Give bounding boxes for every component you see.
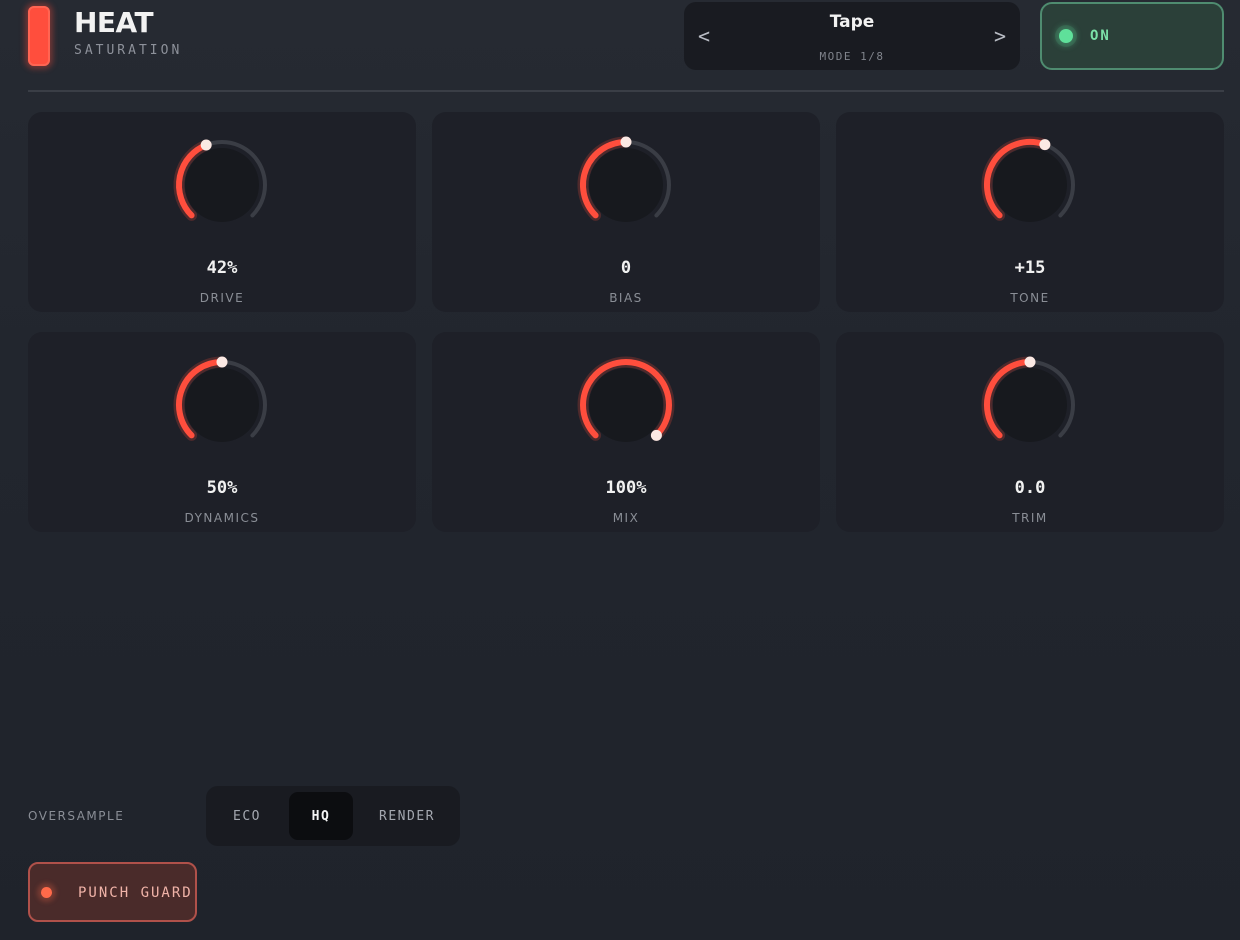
mode-position: MODE 1/8 [819, 50, 885, 63]
knob-handle[interactable] [620, 136, 632, 148]
knob-drive[interactable] [169, 132, 275, 238]
power-led-icon [1059, 29, 1073, 43]
header-divider [28, 90, 1224, 92]
knob-bias[interactable] [573, 132, 679, 238]
knob-card-dynamics: 50% DYNAMICS [28, 332, 416, 532]
knob-value-tone: +15 [1014, 258, 1046, 278]
punch-guard-label: PUNCH GUARD [78, 885, 193, 901]
oversample-segmented-control: ECO HQ RENDER [206, 786, 460, 846]
knob-dynamics[interactable] [169, 352, 275, 458]
knob-mix[interactable] [573, 352, 679, 458]
knob-card-bias: 0 BIAS [432, 112, 820, 312]
knob-body [589, 368, 663, 442]
knob-body [993, 368, 1067, 442]
mode-name: Tape [829, 12, 875, 32]
oversample-option-render[interactable]: RENDER [360, 792, 454, 840]
knob-body [589, 148, 663, 222]
plugin-title: HEAT [74, 6, 154, 39]
knob-label-dynamics: DYNAMICS [184, 511, 260, 525]
mode-selector: < Tape MODE 1/8 > [684, 2, 1020, 70]
knob-handle[interactable] [1039, 139, 1051, 151]
knob-value-trim: 0.0 [1014, 478, 1046, 498]
plugin-subtitle: SATURATION [74, 43, 183, 58]
knob-handle[interactable] [650, 429, 662, 441]
knob-label-drive: DRIVE [199, 291, 245, 305]
knob-value-dynamics: 50% [206, 478, 238, 498]
power-toggle-button[interactable]: ON [1040, 2, 1224, 70]
knob-trim[interactable] [977, 352, 1083, 458]
knob-value-mix: 100% [605, 478, 647, 498]
oversample-label: OVERSAMPLE [28, 809, 125, 823]
knob-label-bias: BIAS [609, 291, 643, 305]
knob-label-mix: MIX [612, 511, 640, 525]
punch-guard-led-icon [41, 887, 52, 898]
knob-handle[interactable] [1024, 356, 1036, 368]
oversample-option-hq[interactable]: HQ [289, 792, 353, 840]
knob-card-tone: +15 TONE [836, 112, 1224, 312]
brand-logo-bar [28, 6, 50, 66]
knob-label-tone: TONE [1010, 291, 1050, 305]
power-label: ON [1090, 28, 1111, 44]
mode-next-button[interactable]: > [994, 24, 1006, 48]
knob-handle[interactable] [216, 356, 228, 368]
knob-card-mix: 100% MIX [432, 332, 820, 532]
knob-body [185, 368, 259, 442]
knob-body [185, 148, 259, 222]
knob-card-trim: 0.0 TRIM [836, 332, 1224, 532]
knob-handle[interactable] [200, 139, 212, 151]
knob-card-drive: 42% DRIVE [28, 112, 416, 312]
punch-guard-button[interactable]: PUNCH GUARD [28, 862, 197, 922]
knob-value-bias: 0 [620, 258, 632, 278]
oversample-option-eco[interactable]: ECO [212, 792, 282, 840]
knob-label-trim: TRIM [1012, 511, 1048, 525]
knob-body [993, 148, 1067, 222]
knob-tone[interactable] [977, 132, 1083, 238]
knob-value-drive: 42% [206, 258, 238, 278]
